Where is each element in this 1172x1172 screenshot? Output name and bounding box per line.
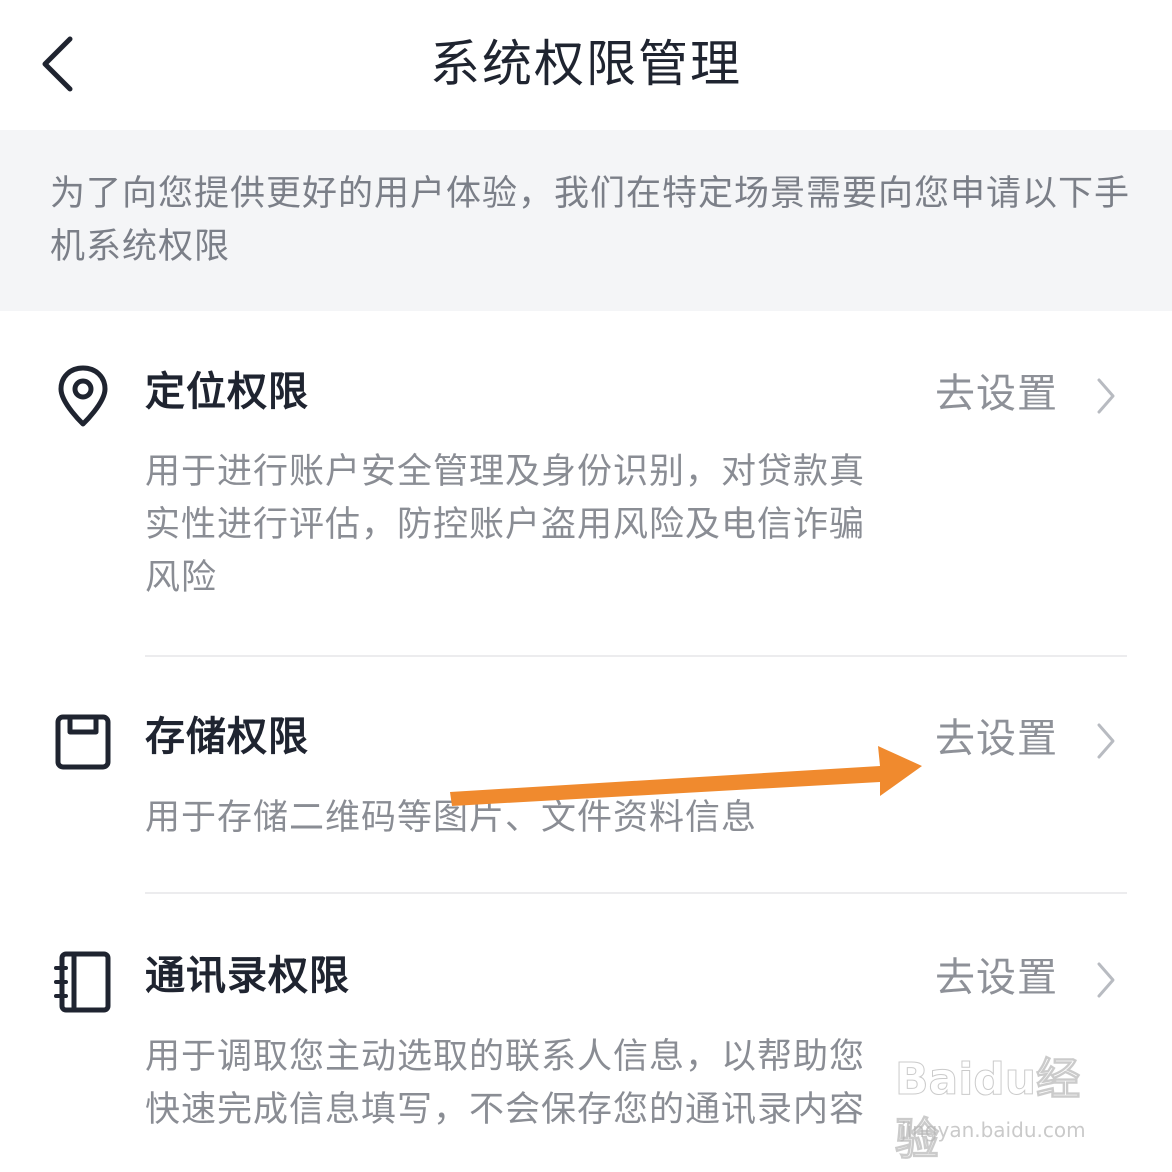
page-title: 系统权限管理 xyxy=(430,35,742,93)
baidu-watermark: Baidu经验 jingyan.baidu.com xyxy=(895,1050,1115,1166)
watermark-url: jingyan.baidu.com xyxy=(901,1118,1086,1142)
action-label: 去设置 xyxy=(935,371,1058,417)
permission-description: 用于进行账户安全管理及身份识别，对贷款真实性进行评估，防控账户盗用风险及电信诈骗… xyxy=(145,452,866,598)
chevron-right-icon xyxy=(1097,723,1115,759)
location-pin-icon xyxy=(58,365,108,427)
permission-title: 存储权限 xyxy=(145,714,309,760)
divider xyxy=(145,655,1127,657)
permission-title: 通讯录权限 xyxy=(145,953,350,999)
top-bar: 系统权限管理 xyxy=(0,0,1172,130)
storage-settings-button[interactable]: 去设置 xyxy=(935,709,1135,769)
action-label: 去设置 xyxy=(935,716,1058,762)
permission-title: 定位权限 xyxy=(145,369,309,415)
action-label: 去设置 xyxy=(935,955,1058,1001)
storage-box-icon xyxy=(55,714,111,770)
watermark-logo: Baidu经验 xyxy=(895,1054,1081,1166)
chevron-right-icon xyxy=(1097,378,1115,414)
notice-text: 为了向您提供更好的用户体验，我们在特定场景需要向您申请以下手机系统权限 xyxy=(50,174,1131,267)
permission-description: 用于存储二维码等图片、文件资料信息 xyxy=(145,798,758,838)
divider xyxy=(145,892,1127,894)
chevron-right-icon xyxy=(1097,962,1115,998)
contacts-settings-button[interactable]: 去设置 xyxy=(935,948,1135,1008)
location-settings-button[interactable]: 去设置 xyxy=(935,364,1135,424)
contacts-book-icon xyxy=(54,951,111,1013)
permission-description: 用于调取您主动选取的联系人信息，以帮助您快速完成信息填写，不会保存您的通讯录内容 xyxy=(145,1037,866,1130)
